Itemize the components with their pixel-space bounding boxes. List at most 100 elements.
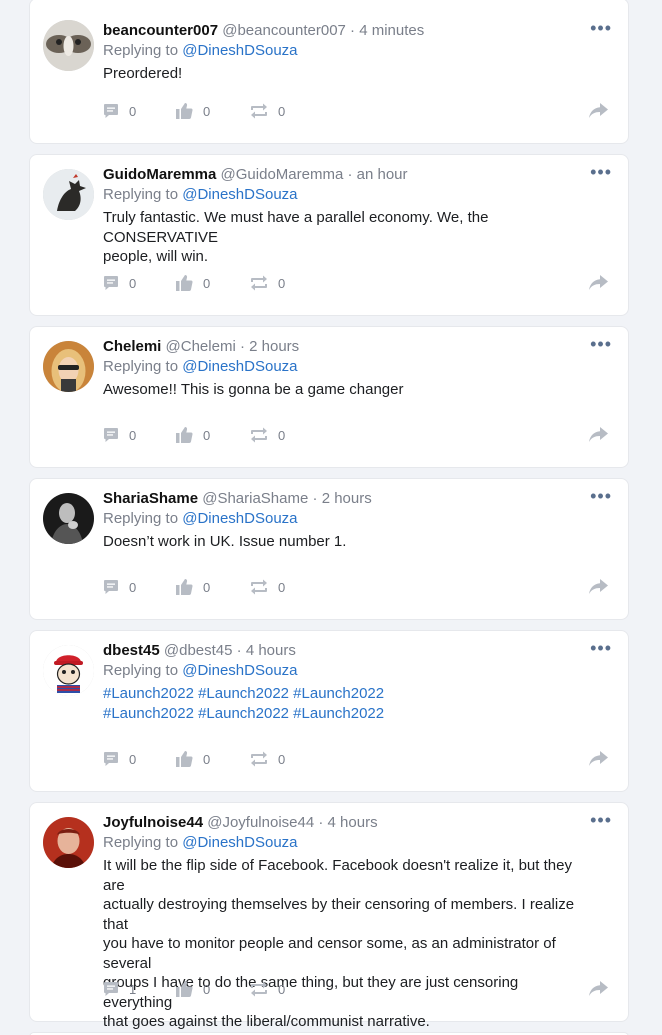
author-handle[interactable]: @beancounter007 [222,22,346,39]
repost-button[interactable]: 0 [250,273,285,293]
thumbs-up-icon [176,751,193,767]
author-handle[interactable]: @Chelemi [166,338,236,355]
repost-button[interactable]: 0 [250,749,285,769]
reply-card: Joyfulnoise44 @Joyfulnoise44 · 4 hours R… [29,802,629,1030]
separator: · [239,338,245,355]
timestamp[interactable]: 2 hours [249,338,299,355]
share-button[interactable] [589,979,608,999]
replying-to-label: Replying to [103,186,179,203]
repost-button[interactable]: 0 [250,979,285,999]
post-header: Joyfulnoise44 @Joyfulnoise44 · 4 hours [103,813,588,833]
thumbs-up-icon [176,103,193,119]
replying-to-label: Replying to [103,834,179,851]
reply-card: beancounter007 @beancounter007 · 4 minut… [29,0,629,144]
comment-button[interactable]: 0 [103,749,136,769]
timestamp[interactable]: 4 hours [246,642,296,659]
author-name[interactable]: Chelemi [103,338,161,355]
comment-icon [104,580,118,594]
share-button[interactable] [589,273,608,293]
post-text: Preordered! [103,64,588,84]
like-button[interactable]: 0 [176,101,210,121]
repost-count: 0 [278,981,286,997]
replying-to-link[interactable]: @DineshDSouza [182,358,297,375]
share-arrow-icon [589,275,608,290]
reply-card: GuidoMaremma @GuidoMaremma · an hour Rep… [29,154,629,316]
comment-button[interactable]: 0 [103,273,136,293]
author-name[interactable]: beancounter007 [103,22,218,39]
post-text: Doesn’t work in UK. Issue number 1. [103,532,588,552]
post-text-line: you have to monitor people and censor so… [103,935,556,972]
repost-button[interactable]: 0 [250,101,285,121]
share-arrow-icon [589,103,608,118]
author-handle[interactable]: @GuidoMaremma [221,166,344,183]
author-handle[interactable]: @dbest45 [164,642,233,659]
reply-card: dbest45 @dbest45 · 4 hours Replying to @… [29,630,629,792]
more-options-icon[interactable]: ••• [590,335,612,353]
like-button[interactable]: 0 [176,577,210,597]
comment-button[interactable]: 0 [103,425,136,445]
more-options-icon[interactable]: ••• [590,487,612,505]
avatar[interactable] [43,493,94,544]
share-button[interactable] [589,749,608,769]
like-count: 0 [203,275,211,291]
like-button[interactable]: 0 [176,273,210,293]
repost-icon [251,579,267,595]
repost-icon [251,427,267,443]
thumbs-up-icon [176,427,193,443]
comment-button[interactable]: 1 [103,979,136,999]
more-options-icon[interactable]: ••• [590,639,612,657]
more-options-icon[interactable]: ••• [590,811,612,829]
reply-feed: beancounter007 @beancounter007 · 4 minut… [0,0,662,1035]
thumbs-up-icon [176,579,193,595]
repost-button[interactable]: 0 [250,577,285,597]
hashtag-line[interactable]: #Launch2022 #Launch2022 #Launch2022 [103,684,588,704]
author-name[interactable]: dbest45 [103,642,160,659]
author-name[interactable]: ShariaShame [103,490,198,507]
avatar[interactable] [43,20,94,71]
avatar[interactable] [43,341,94,392]
avatar[interactable] [43,169,94,220]
author-name[interactable]: GuidoMaremma [103,166,216,183]
timestamp[interactable]: 4 minutes [359,22,424,39]
post-text: Truly fantastic. We must have a parallel… [103,208,588,267]
comment-button[interactable]: 0 [103,577,136,597]
replying-to: Replying to @DineshDSouza [103,185,588,205]
avatar[interactable] [43,817,94,868]
like-button[interactable]: 0 [176,979,210,999]
replying-to-label: Replying to [103,510,179,527]
comment-icon [104,428,118,442]
timestamp[interactable]: an hour [357,166,408,183]
share-button[interactable] [589,101,608,121]
replying-to-link[interactable]: @DineshDSouza [182,834,297,851]
timestamp[interactable]: 4 hours [328,814,378,831]
like-button[interactable]: 0 [176,425,210,445]
comment-icon [104,982,118,996]
like-count: 0 [203,981,211,997]
replying-to-link[interactable]: @DineshDSouza [182,510,297,527]
replying-to-link[interactable]: @DineshDSouza [182,662,297,679]
replying-to-link[interactable]: @DineshDSouza [182,42,297,59]
share-button[interactable] [589,425,608,445]
like-button[interactable]: 0 [176,749,210,769]
post-text: It will be the flip side of Facebook. Fa… [103,856,588,1032]
share-button[interactable] [589,577,608,597]
repost-button[interactable]: 0 [250,425,285,445]
author-handle[interactable]: @ShariaShame [202,490,308,507]
post-text-line: Awesome!! This is gonna be a game change… [103,381,404,398]
replying-to-label: Replying to [103,42,179,59]
more-options-icon[interactable]: ••• [590,19,612,37]
comment-button[interactable]: 0 [103,101,136,121]
repost-count: 0 [278,103,286,119]
replying-to-link[interactable]: @DineshDSouza [182,186,297,203]
author-name[interactable]: Joyfulnoise44 [103,814,203,831]
separator: · [347,166,353,183]
timestamp[interactable]: 2 hours [322,490,372,507]
comment-count: 0 [129,103,137,119]
like-count: 0 [203,751,211,767]
avatar[interactable] [43,645,94,696]
comment-count: 0 [129,751,137,767]
more-options-icon[interactable]: ••• [590,163,612,181]
hashtag-line[interactable]: #Launch2022 #Launch2022 #Launch2022 [103,704,588,724]
comment-count: 0 [129,579,137,595]
author-handle[interactable]: @Joyfulnoise44 [207,814,314,831]
